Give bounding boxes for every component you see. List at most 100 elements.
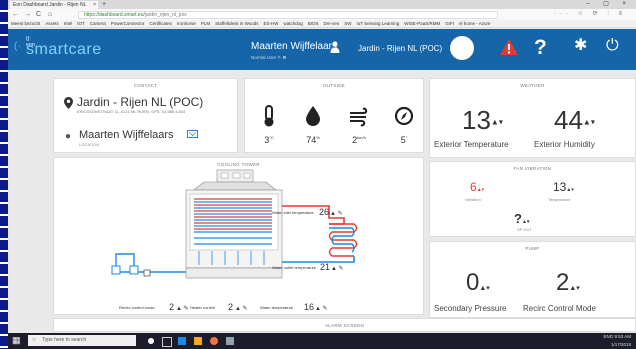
edge-icon[interactable] [178,337,186,345]
alarm-screen-title: ALARM SCREEN [324,323,365,328]
explorer-icon[interactable] [194,337,202,345]
bookmark-item[interactable]: IoT Sensing Learning [357,21,400,26]
outside-title: OUTSIDE [322,83,346,88]
heater-control-value: 2 [228,302,233,312]
person-icon: ● [65,131,72,142]
url-path: /jardin_rijen_nl_poc [143,12,187,18]
bookmark-item[interactable]: BIOS [308,21,319,26]
contact-person-role: LOCATION [79,142,100,147]
water-outlet-value: 21 [320,262,330,272]
bookmark-item[interactable]: GIFt [445,21,454,26]
browser-window: Eon Dashboard Jardin - Rijen NL × + – ▢ … [8,0,636,349]
bookmark-item[interactable]: PowerConnector [111,21,145,26]
tab-title: Eon Dashboard Jardin - Rijen NL [13,2,87,8]
bell-icon: ▲ ✎ [331,265,344,272]
heater-control-label: Heater control [190,305,215,310]
bookmark-item[interactable]: Assets [45,21,59,26]
home-icon[interactable]: ⌂ [48,9,52,20]
bookmark-item[interactable]: watchdog [284,21,303,26]
contact-title: CONTACT [133,83,158,88]
windows-start-icon[interactable]: ▦ [12,336,21,345]
taskbar-search[interactable]: ○ Type here to search [28,335,136,346]
outside-humidity: 74% [306,135,320,145]
water-temperature-label: Water temperature [260,305,294,310]
bookmark-item[interactable]: Certificates [149,21,172,26]
exterior-humidity-label: Exterior Humidity [534,140,595,149]
window-controls[interactable]: – ▢ × [586,0,632,9]
tab-close-icon[interactable]: × [93,1,96,9]
bookmark-item[interactable]: Camera [90,21,106,26]
water-inlet-label: Water inlet temperature [272,210,314,215]
bell-icon: ▲ ✎ [235,305,248,312]
reload-icon[interactable]: C [36,9,41,20]
pump-panel: PUMP 0▲▾ Secondary Pressure 2▲▾ Recirc C… [429,241,636,318]
bell-icon: ▲▾ [490,117,503,127]
exterior-temperature-label: Exterior Temperature [434,140,509,149]
recirc-control-mode-label: Recirc Control Mode [523,304,596,313]
bell-icon: ▲ ✎ [176,305,189,312]
mail-icon[interactable] [187,130,198,138]
secondary-pressure-value: 0▲▾ [466,269,490,296]
help-icon[interactable]: ? [534,37,547,58]
user-icon[interactable] [330,41,340,53]
location-address: ERICSSONSTRAAT 11, 5121 ML RIJEN, GPS: 5… [77,109,186,114]
left-dashed-strip [0,0,8,349]
fan-vibration-panel: FAN VIBRATION 6▲▾ Vibration 13▲▾ Tempera… [429,161,636,237]
fan-temperature-value: 13▲▾ [553,180,574,194]
fan-temperature-label: Temperature [548,197,571,202]
bookmark-item[interactable]: PLM [201,21,210,26]
water-inlet-value: 26 [319,207,329,217]
cortana-icon[interactable] [148,338,154,344]
cooling-tower-panel: COOLING TOWER Water inlet temperature 26… [53,157,424,315]
pump-title: PUMP [525,246,540,251]
bookmark-item[interactable]: Ironhorse [177,21,196,26]
drop-icon [306,106,320,126]
back-icon[interactable]: ← [12,9,19,20]
alert-icon[interactable] [499,38,519,56]
app-icon[interactable] [226,337,234,345]
outside-panel: OUTSIDE 3°C 74% 2km/h 5° [244,78,424,153]
bookmark-item[interactable]: ES-HW [264,21,279,26]
browser-toolbar-icons[interactable]: ··· ☆ ⟳ ⫶ ≡ [554,9,626,20]
location-name: Jardin - Rijen NL (POC) [77,95,204,109]
vibration-value: 6▲▾ [470,180,485,194]
status-circle-button[interactable] [450,36,474,60]
bookmark-item[interactable]: IOT [77,21,85,26]
new-tab-button[interactable]: + [102,0,106,9]
tray-lang: ENG [603,334,614,339]
recirc-control-mode-value: 2▲▾ [556,269,580,296]
browser-tab[interactable]: Eon Dashboard Jardin - Rijen NL × [10,1,98,9]
outside-wind-speed: 2km/h [352,135,366,145]
logo-text: smartcare [26,41,102,58]
user-role: Normal User ✎ ✖ [251,55,287,60]
task-view-icon[interactable] [162,337,172,347]
bookmark-item[interactable]: WISE-PaaS/RMM [404,21,440,26]
exterior-humidity-value: 44▲▾ [554,105,595,135]
address-bar[interactable]: https://dashboard.smart.eu/jardin_rijen_… [78,11,498,19]
fan-vibration-title: FAN VIBRATION [513,166,552,171]
alarm-screen-panel: ALARM SCREEN [53,318,636,332]
wind-icon [350,107,368,127]
outside-temperature: 3°C [264,135,274,145]
power-icon[interactable]: ⏻ [606,38,619,54]
bell-icon: ▲ ✎ [330,210,343,217]
bookmark-item[interactable]: SW [344,21,351,26]
bookmark-item[interactable]: Dm-ven [324,21,340,26]
forward-icon[interactable]: → [24,9,31,20]
bookmark-item[interactable]: Staffeltdesk in Woods [215,21,258,26]
water-temperature-value: 16 [304,302,314,312]
bookmark-item[interactable]: Meest bezocht [11,21,40,26]
gear-icon[interactable]: ✱ [574,38,587,54]
compass-icon [394,106,414,126]
bookmarks-bar: Meest bezocht Assets Intel IOT Camera PowerCo… [8,20,636,28]
contact-person-name: Maarten Wijffelaars [79,129,174,141]
user-name[interactable]: Maarten Wijffelaars [251,41,337,52]
firefox-icon[interactable] [210,337,218,345]
tray-time: 9:53 AM [614,334,631,339]
location-selector[interactable]: Jardin - Rijen NL (POC) [358,44,442,53]
system-tray[interactable]: ENG 9:53 AM 1/17/2018 [603,333,631,349]
bookmark-item[interactable]: el home - Azure [459,21,491,26]
water-outlet-label: Water outlet temperature [272,265,317,270]
bookmark-item[interactable]: Intel [64,21,73,26]
tray-date: 1/17/2018 [610,342,631,347]
